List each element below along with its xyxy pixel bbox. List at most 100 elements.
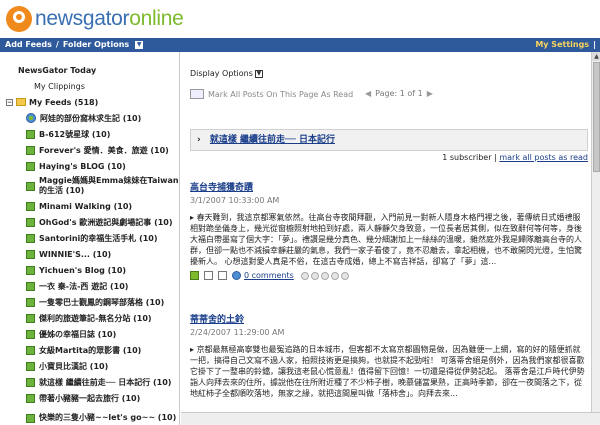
chevron-down-icon[interactable]: ▼ bbox=[254, 69, 263, 78]
folder-options-menu[interactable]: Folder Options bbox=[63, 38, 129, 52]
feed-label: Yichuen's Blog (10) bbox=[39, 265, 127, 275]
mark-all-read[interactable]: Mark All Posts On This Page As Read bbox=[190, 89, 353, 99]
sidebar-feed-item[interactable]: 就這樣 繼續往前走── 日本記行 (10) bbox=[0, 374, 179, 390]
pager: ◀ Page: 1 of 1 ▶ bbox=[361, 89, 437, 98]
feed-label: OhGod's 歐洲遊記與劇場記事 (10) bbox=[39, 217, 173, 227]
nav-separator: / bbox=[55, 40, 59, 49]
feed-icon bbox=[26, 329, 35, 339]
prev-page-icon[interactable]: ◀ bbox=[365, 89, 371, 98]
next-page-icon[interactable]: ▶ bbox=[427, 89, 433, 98]
feed-label: 帶著小豬豬一起去旅行 (10) bbox=[39, 393, 141, 403]
brand-name: newsgatoronline bbox=[35, 7, 184, 30]
post-title-link[interactable]: 蒂蒂舍的土鈴 bbox=[190, 312, 586, 325]
feed-label: 就這樣 繼續往前走── 日本記行 (10) bbox=[39, 377, 172, 387]
top-nav-bar: Add Feeds / Folder Options ▼ My Settings… bbox=[0, 38, 600, 52]
mark-read-icon bbox=[190, 89, 204, 99]
mark-read-icon[interactable] bbox=[190, 271, 199, 280]
rating-star-icon[interactable] bbox=[310, 271, 319, 280]
scroll-up-icon[interactable]: ▲ bbox=[592, 52, 600, 61]
feed-icon bbox=[26, 249, 35, 259]
main-content: Display Options ▼ Mark All Posts On This… bbox=[181, 52, 600, 425]
sidebar-feed-item[interactable]: B-612號星球 (10) bbox=[0, 126, 179, 142]
feed-icon bbox=[26, 345, 35, 355]
rating-star-icon[interactable] bbox=[320, 271, 329, 280]
comments-link[interactable]: 0 comments bbox=[244, 271, 294, 280]
feed-icon bbox=[26, 393, 35, 403]
feed-icon bbox=[26, 201, 35, 211]
feed-title-bar: › 就這樣 繼續往前走── 日本記行 bbox=[190, 129, 588, 151]
vertical-scrollbar[interactable]: ▲ bbox=[591, 52, 600, 425]
clip-icon[interactable] bbox=[218, 271, 227, 280]
sidebar-feed-item[interactable]: 優姊の幸福日誌 (10) bbox=[0, 326, 179, 342]
collapse-icon[interactable]: − bbox=[6, 98, 13, 106]
nav-separator-right: | bbox=[593, 40, 596, 49]
my-settings-link[interactable]: My Settings bbox=[535, 38, 589, 52]
folder-label: My Feeds (518) bbox=[29, 97, 99, 107]
sidebar-feed-item[interactable]: Minami Walking (10) bbox=[0, 198, 179, 214]
sidebar-feed-item[interactable]: WINNIE'S... (10) bbox=[0, 246, 179, 262]
subs-separator: | bbox=[494, 153, 497, 162]
arrow-right-icon: › bbox=[197, 135, 201, 145]
page-info: Page: 1 of 1 bbox=[375, 89, 423, 98]
sidebar-folder-my-feeds[interactable]: − My Feeds (518) bbox=[0, 94, 179, 110]
sidebar-feed-item[interactable]: Santorini的幸福生活手札 (10) bbox=[0, 230, 179, 246]
sidebar-feed-item[interactable]: 傑利的旅遊筆記-無名分站 (10) bbox=[0, 310, 179, 326]
sidebar-feed-item[interactable]: 小寶貝比漢記 (10) bbox=[0, 358, 179, 374]
rating-star-icon[interactable] bbox=[330, 271, 339, 280]
feed-label: 一衣 秦-法-西 遊記 (10) bbox=[39, 281, 129, 291]
newsgator-logo[interactable]: newsgatoronline bbox=[6, 6, 184, 32]
post-item: 蒂蒂舍的土鈴 2/24/2007 11:29:00 AM ▸ 京都最無極高寧雙也… bbox=[190, 312, 586, 399]
sidebar-feed-item[interactable]: Forever's 愛情．美食．旅遊 (10) bbox=[0, 142, 179, 158]
feed-icon bbox=[26, 217, 35, 227]
comment-icon bbox=[232, 271, 241, 280]
sidebar-feed-item[interactable]: Maggie媽媽與Emma妹妹在Taiwan的生活 (10) bbox=[0, 174, 179, 198]
feed-label: Haying's BLOG (10) bbox=[39, 161, 126, 171]
feed-icon bbox=[26, 361, 35, 371]
feed-label: 快樂的三隻小豬~~let's go~~ (10) bbox=[39, 413, 177, 422]
post-actions: 0 comments bbox=[190, 271, 586, 280]
feed-icon bbox=[26, 145, 35, 155]
sidebar-feed-item[interactable]: OhGod's 歐洲遊記與劇場記事 (10) bbox=[0, 214, 179, 230]
post-title-link[interactable]: 高台寺捕獲奇蹟 bbox=[190, 180, 586, 193]
mark-all-posts-read-link[interactable]: mark all posts as read bbox=[499, 153, 588, 162]
newsgator-logo-icon bbox=[6, 6, 32, 32]
sidebar-feed-item[interactable]: 一衣 秦-法-西 遊記 (10) bbox=[0, 278, 179, 294]
folder-icon bbox=[16, 98, 26, 106]
feed-label: B-612號星球 (10) bbox=[39, 129, 111, 139]
horizontal-scrollbar[interactable] bbox=[181, 412, 600, 425]
sidebar-feed-item[interactable]: 女級Martita的眾影書 (10) bbox=[0, 342, 179, 358]
feed-icon bbox=[26, 233, 35, 243]
sidebar-feed-item[interactable]: Haying's BLOG (10) bbox=[0, 158, 179, 174]
feed-icon bbox=[26, 413, 35, 423]
feed-sidebar: NewsGator Today My Clippings − My Feeds … bbox=[0, 52, 180, 425]
feed-label: Minami Walking (10) bbox=[39, 201, 133, 211]
display-options-label: Display Options bbox=[190, 69, 253, 78]
feed-label: 女級Martita的眾影書 (10) bbox=[39, 345, 142, 355]
subscriber-info: 1 subscriber | mark all posts as read bbox=[442, 153, 588, 162]
sidebar-feed-item[interactable]: 阿娃的部份窩林求生記 (10) bbox=[0, 110, 179, 126]
chevron-down-icon[interactable]: ▼ bbox=[135, 41, 144, 49]
feed-label: 傑利的旅遊筆記-無名分站 (10) bbox=[39, 313, 152, 323]
feed-label: 小寶貝比漢記 (10) bbox=[39, 361, 109, 371]
feed-label: Forever's 愛情．美食．旅遊 (10) bbox=[39, 145, 169, 155]
globe-icon bbox=[26, 113, 36, 123]
sidebar-feed-item[interactable]: 快樂的三隻小豬~~let's go~~ (10) bbox=[0, 406, 179, 425]
email-icon[interactable] bbox=[204, 271, 213, 280]
feed-icon bbox=[26, 265, 35, 275]
feed-icon bbox=[26, 313, 35, 323]
feed-label: WINNIE'S... (10) bbox=[39, 249, 112, 259]
sidebar-item-my-clippings[interactable]: My Clippings bbox=[0, 78, 179, 94]
post-body: ▸ 京都最無極高寧雙也最冤追路的日本城市，但客都不太寫京都圖物是做，因為雖便一上… bbox=[190, 345, 585, 398]
add-feeds-link[interactable]: Add Feeds bbox=[5, 38, 52, 52]
sidebar-feed-item[interactable]: 一隻零巴士觀鳳的鋼琴部落格 (10) bbox=[0, 294, 179, 310]
mark-all-label: Mark All Posts On This Page As Read bbox=[208, 89, 354, 99]
feed-icon bbox=[26, 161, 35, 171]
scroll-thumb[interactable] bbox=[593, 62, 600, 172]
display-options-menu[interactable]: Display Options ▼ bbox=[190, 69, 263, 78]
sidebar-feed-item[interactable]: 帶著小豬豬一起去旅行 (10) bbox=[0, 390, 179, 406]
rating-star-icon[interactable] bbox=[300, 271, 309, 280]
feed-title-link[interactable]: 就這樣 繼續往前走── 日本記行 bbox=[210, 135, 335, 145]
rating-star-icon[interactable] bbox=[340, 271, 349, 280]
sidebar-feed-item[interactable]: Yichuen's Blog (10) bbox=[0, 262, 179, 278]
sidebar-item-newsgator-today[interactable]: NewsGator Today bbox=[0, 62, 179, 78]
